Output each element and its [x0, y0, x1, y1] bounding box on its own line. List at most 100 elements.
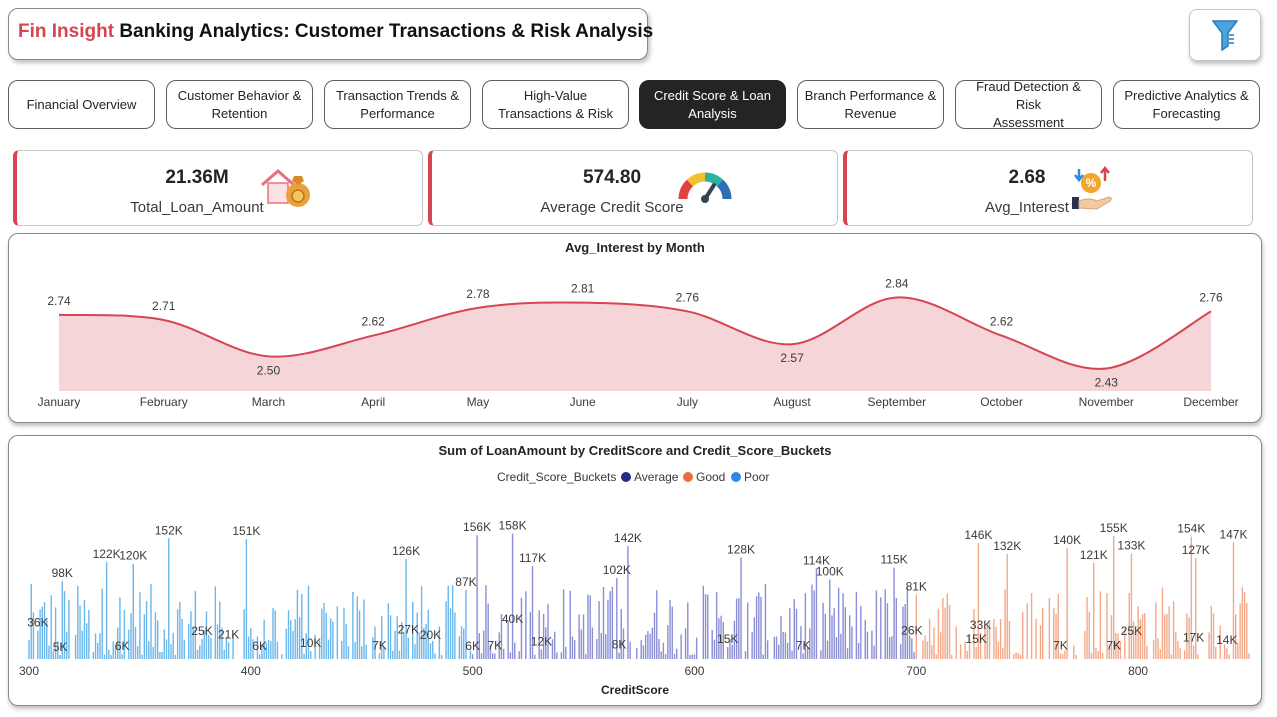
bar-average: [891, 636, 893, 659]
bar-good: [948, 604, 951, 659]
data-label: 15K: [717, 632, 738, 646]
bar-average: [656, 590, 658, 659]
kpi-value: 574.80: [582, 167, 642, 188]
avg-interest-chart: 2.74 January 2.71 February 2.50 March 2.62 Apri…: [38, 276, 1239, 409]
tab-branch-performance-revenue[interactable]: Branch Performance & Revenue: [797, 80, 944, 129]
tab-credit-score-loan-analysis[interactable]: Credit Score & Loan Analysis: [639, 80, 786, 129]
bar-poor: [97, 642, 99, 659]
kpi-value: 2.68: [1008, 167, 1046, 188]
bar-poor: [132, 563, 134, 659]
x-tick-label: 600: [684, 664, 704, 678]
data-label: 7K: [1053, 638, 1068, 652]
bar-good: [1035, 618, 1037, 659]
bar-poor: [245, 539, 248, 659]
bar-poor: [170, 644, 172, 659]
bar-average: [775, 636, 778, 659]
data-label: 2.74: [47, 294, 71, 308]
bar-average: [560, 652, 563, 659]
bar-average: [811, 584, 813, 659]
bar-poor: [176, 609, 179, 659]
bar-poor: [281, 654, 283, 659]
bar-poor: [247, 636, 250, 659]
bar-good: [1088, 611, 1090, 659]
x-tick-label: August: [773, 395, 811, 409]
loan-amount-by-credit-score-panel: Sum of LoanAmount by CreditScore and Cre…: [8, 435, 1262, 706]
bar-average: [715, 591, 718, 659]
data-label: 10K: [300, 636, 321, 650]
bar-good: [1095, 647, 1097, 659]
bar-average: [766, 640, 769, 659]
bar-good: [1084, 631, 1086, 659]
tab-transaction-trends-performance[interactable]: Transaction Trends & Performance: [324, 80, 471, 129]
tab-label-line2: Analysis: [688, 105, 737, 121]
bar-good: [926, 641, 929, 659]
bar-good: [1061, 654, 1064, 659]
bar-poor: [83, 599, 86, 659]
tab-customer-behavior-retention[interactable]: Customer Behavior & Retention: [166, 80, 313, 129]
bar-good: [1099, 591, 1102, 659]
bar-good: [1002, 648, 1004, 659]
bar-average: [784, 632, 787, 659]
bar-good: [1048, 597, 1051, 659]
data-label: 17K: [1183, 631, 1204, 645]
tab-predictive-analytics-forecasting[interactable]: Predictive Analytics & Forecasting: [1113, 80, 1260, 129]
x-tick-label: July: [677, 395, 698, 409]
bar-average: [746, 602, 749, 659]
bar-good: [944, 607, 946, 659]
bar-average: [598, 601, 600, 659]
bar-poor: [292, 630, 294, 659]
bar-good: [1183, 650, 1186, 659]
tab-label-line2: Transactions & Risk: [497, 105, 614, 121]
bar-poor: [356, 596, 358, 659]
bar-average: [578, 614, 580, 659]
bar-average: [534, 654, 536, 659]
bar-good: [997, 641, 1000, 659]
bar-average: [695, 637, 698, 659]
data-label: 132K: [993, 539, 1021, 553]
bar-poor: [145, 601, 148, 659]
bar-average: [547, 603, 549, 659]
bar-good: [1246, 603, 1248, 659]
bar-good: [995, 627, 997, 659]
kpi-value: 21.36M: [165, 167, 229, 188]
bar-poor: [214, 586, 217, 659]
bar-poor: [458, 636, 461, 659]
bar-poor: [323, 602, 325, 659]
bar-average: [494, 653, 496, 659]
legend-marker-average: [621, 472, 631, 482]
bar-poor: [347, 646, 350, 659]
data-label: 155K: [1100, 521, 1128, 535]
bar-average: [755, 596, 758, 659]
bar-good: [1019, 654, 1022, 659]
bar-good: [1243, 592, 1246, 659]
bar-good: [1164, 614, 1166, 659]
bar-average: [607, 599, 609, 659]
bar-good: [1075, 655, 1077, 659]
tab-fraud-detection-risk-assessment[interactable]: Fraud Detection & Risk Assessment: [955, 79, 1102, 130]
bar-average: [704, 594, 707, 659]
tab-high-value-transactions-risk[interactable]: High-Value Transactions & Risk: [482, 80, 629, 129]
bar-poor: [414, 644, 416, 659]
bar-poor: [88, 610, 90, 659]
bar-average: [791, 650, 793, 659]
bar-poor: [449, 608, 452, 659]
bar-poor: [130, 613, 132, 659]
data-label: 87K: [455, 575, 476, 589]
bar-poor: [274, 610, 276, 659]
bar-poor: [267, 639, 270, 659]
x-tick-label: September: [867, 395, 926, 409]
bar-poor: [463, 628, 465, 659]
bar-poor: [358, 610, 361, 659]
tab-financial-overview[interactable]: Financial Overview: [8, 80, 155, 129]
filter-button[interactable]: [1189, 9, 1261, 61]
bar-poor: [454, 612, 456, 659]
bar-poor: [101, 588, 103, 659]
bar-average: [813, 590, 815, 659]
bar-good: [1248, 653, 1250, 659]
bar-poor: [174, 654, 177, 659]
data-label: 6K: [252, 639, 267, 653]
data-label: 26K: [901, 623, 922, 637]
bar-good: [959, 644, 962, 659]
bar-average: [693, 654, 696, 659]
bar-poor: [148, 641, 150, 659]
